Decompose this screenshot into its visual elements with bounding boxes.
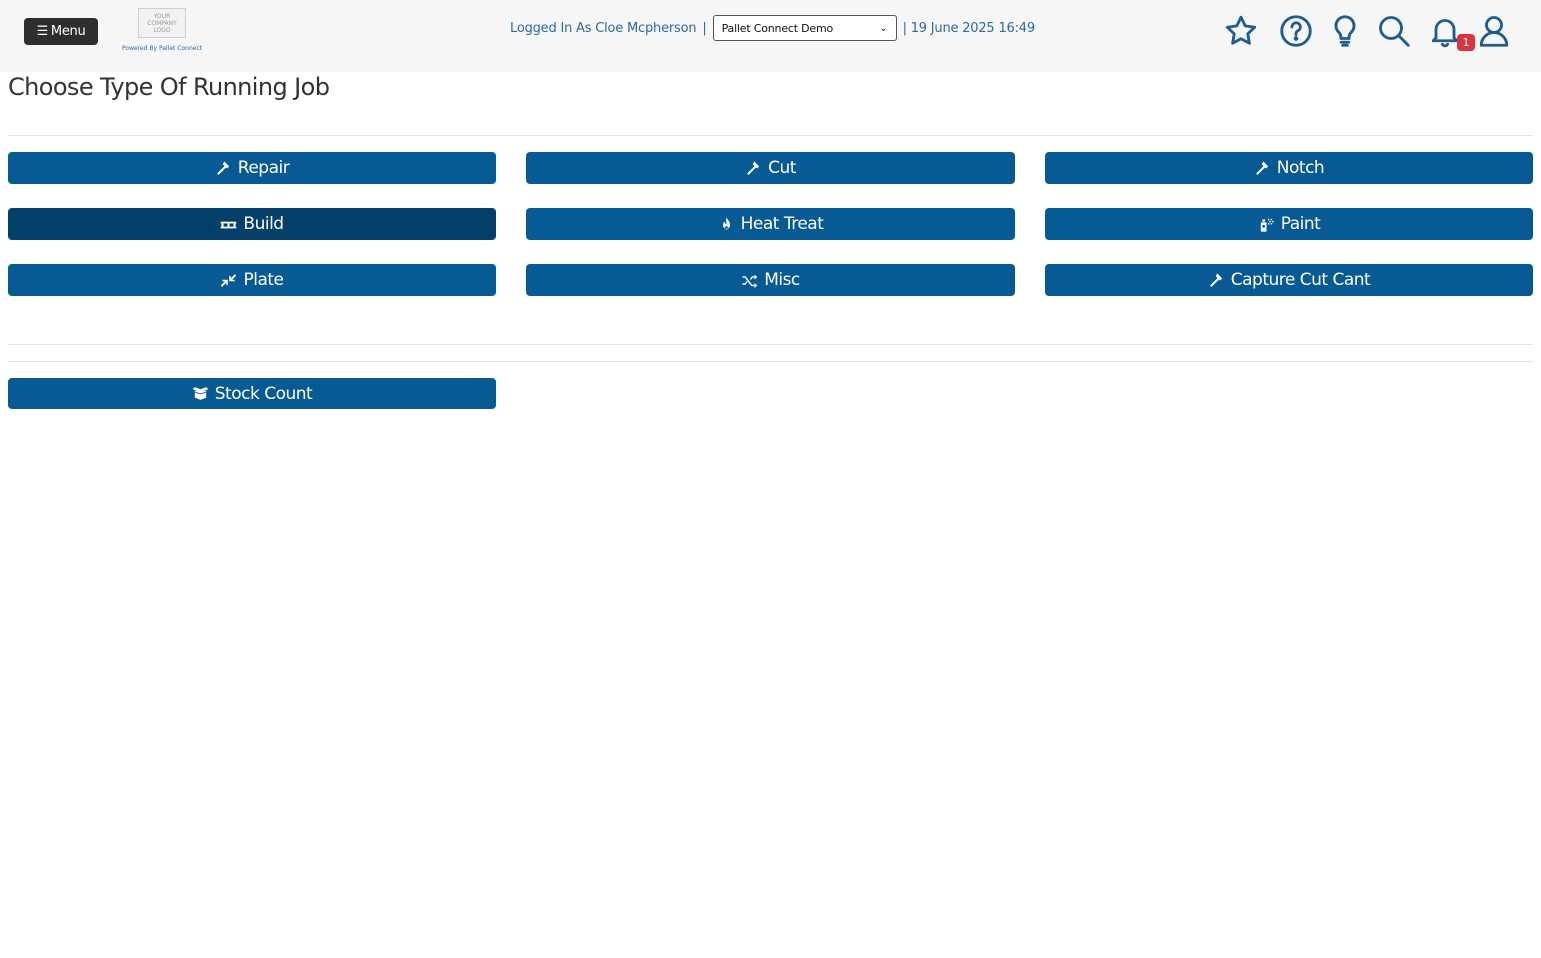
divider	[8, 361, 1533, 362]
hammer-icon	[1209, 272, 1222, 287]
plate-button[interactable]: Plate	[8, 264, 496, 296]
logged-in-text: Logged In As Cloe Mcpherson	[510, 20, 697, 36]
organisation-select[interactable]: Pallet Connect Demo ⌄	[712, 15, 897, 41]
user-icon[interactable]	[1475, 12, 1513, 50]
pallet-icon	[221, 221, 237, 228]
stock-count-button[interactable]: Stock Count	[8, 378, 496, 409]
stock-count-button-label: Stock Count	[214, 383, 313, 404]
plate-button-label: Plate	[243, 270, 284, 290]
misc-button[interactable]: Misc	[526, 264, 1015, 296]
spray-can-icon	[1260, 218, 1274, 232]
build-button-label: Build	[243, 214, 284, 234]
search-icon[interactable]	[1375, 12, 1413, 50]
paint-button[interactable]: Paint	[1045, 208, 1533, 240]
company-logo[interactable]: YOUR COMPANY LOGO	[138, 8, 186, 38]
repair-button-label: Repair	[237, 158, 290, 178]
compress-icon	[221, 273, 237, 287]
company-logo-text: YOUR COMPANY LOGO	[147, 12, 177, 34]
divider	[8, 344, 1533, 345]
notch-button-label: Notch	[1276, 158, 1325, 178]
hammer-icon	[1255, 160, 1268, 175]
datetime-text: | 19 June 2025 16:49	[902, 20, 1036, 36]
organisation-select-value: Pallet Connect Demo	[721, 21, 834, 35]
cut-button[interactable]: Cut	[526, 152, 1015, 184]
separator: |	[702, 20, 707, 36]
page-title: Choose Type Of Running Job	[8, 73, 330, 101]
chevron-down-icon: ⌄	[879, 22, 888, 34]
paint-button-label: Paint	[1280, 214, 1321, 234]
cut-button-label: Cut	[768, 158, 796, 178]
build-button[interactable]: Build	[8, 208, 496, 240]
menu-button[interactable]: ☰ Menu	[24, 18, 98, 45]
session-status: Logged In As Cloe Mcpherson | Pallet Con…	[510, 15, 1035, 41]
menu-button-label: Menu	[50, 24, 86, 39]
heat-treat-button[interactable]: Heat Treat	[526, 208, 1015, 240]
hammer-icon	[747, 160, 760, 175]
notch-button[interactable]: Notch	[1045, 152, 1533, 184]
powered-by-text: Powered By Pallet Connect	[122, 45, 203, 52]
heat-treat-button-label: Heat Treat	[740, 214, 824, 234]
hamburger-icon: ☰	[36, 24, 49, 39]
divider	[8, 135, 1533, 136]
box-open-icon	[192, 387, 209, 400]
star-icon[interactable]	[1222, 12, 1260, 50]
hammer-icon	[216, 160, 229, 175]
top-bar: ☰ Menu YOUR COMPANY LOGO Powered By Pall…	[0, 0, 1541, 72]
capture-cut-cant-button-label: Capture Cut Cant	[1230, 270, 1371, 290]
notification-badge: 1	[1457, 34, 1475, 51]
shuffle-icon	[742, 273, 758, 288]
capture-cut-cant-button[interactable]: Capture Cut Cant	[1045, 264, 1533, 296]
lightbulb-icon[interactable]	[1326, 12, 1364, 50]
repair-button[interactable]: Repair	[8, 152, 496, 184]
help-icon[interactable]	[1277, 12, 1315, 50]
fire-icon	[722, 216, 730, 229]
misc-button-label: Misc	[764, 270, 800, 290]
